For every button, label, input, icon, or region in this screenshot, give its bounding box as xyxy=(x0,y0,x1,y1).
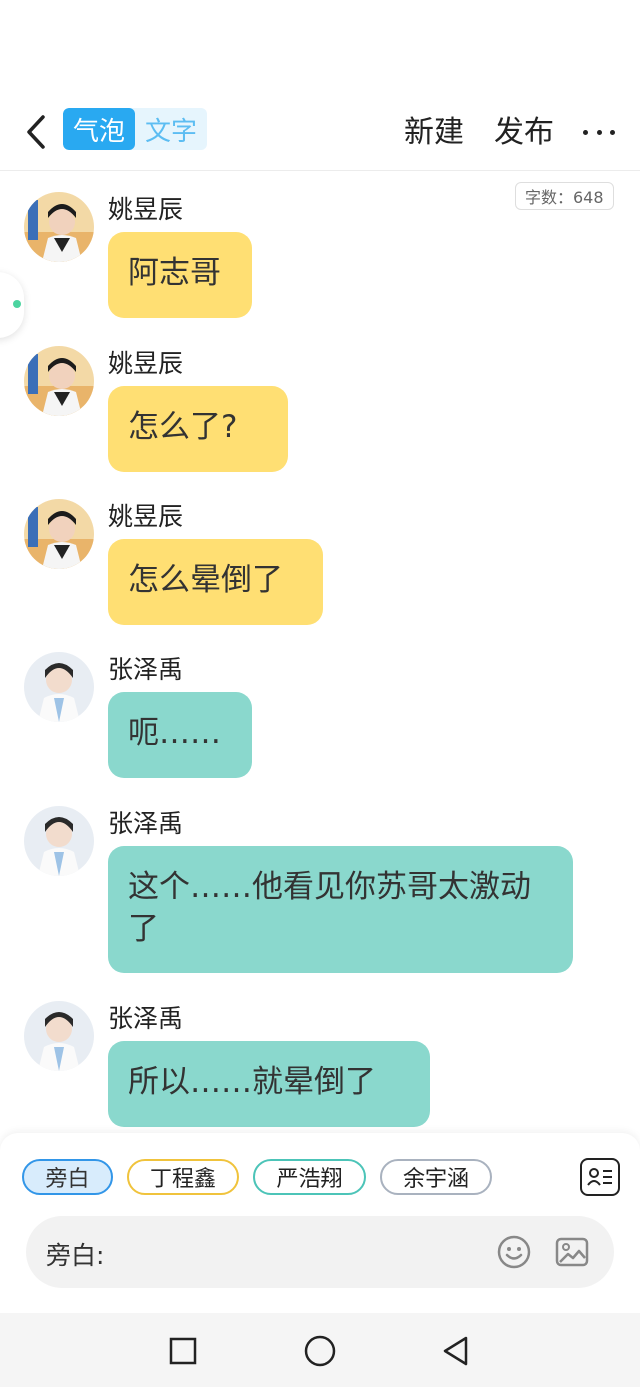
chat-bubble[interactable]: 怎么晕倒了 xyxy=(108,539,323,625)
sender-name: 姚昱辰 xyxy=(108,195,184,224)
role-chip[interactable]: 余宇涵 xyxy=(380,1159,492,1195)
more-horizontal-icon xyxy=(583,129,588,135)
chat-bubble[interactable]: 阿志哥 xyxy=(108,232,252,318)
sender-name: 张泽禹 xyxy=(108,655,184,684)
sender-name: 张泽禹 xyxy=(108,809,184,838)
message-input-box: 旁白: xyxy=(26,1216,614,1288)
top-bar: 气泡 文字 新建 发布 xyxy=(0,100,640,171)
chat-bubble[interactable]: 所以……就晕倒了 xyxy=(108,1041,430,1127)
smiley-icon xyxy=(497,1235,531,1269)
sender-name: 张泽禹 xyxy=(108,1004,184,1033)
tab-bubble[interactable]: 气泡 xyxy=(63,108,136,150)
chat-bubble[interactable]: 呃…… xyxy=(108,692,252,778)
back-button[interactable] xyxy=(16,112,56,152)
avatar[interactable] xyxy=(24,806,94,876)
system-back-button[interactable] xyxy=(436,1331,476,1371)
role-chip[interactable]: 严浩翔 xyxy=(253,1159,366,1195)
emoji-button[interactable] xyxy=(496,1234,532,1270)
message-input[interactable] xyxy=(118,1230,482,1276)
role-chip-narration[interactable]: 旁白 xyxy=(22,1159,113,1195)
new-button[interactable]: 新建 xyxy=(404,106,464,152)
role-chip[interactable]: 丁程鑫 xyxy=(127,1159,239,1195)
image-button[interactable] xyxy=(554,1234,590,1270)
sender-name: 姚昱辰 xyxy=(108,502,184,531)
more-options-button[interactable] xyxy=(583,122,615,142)
chevron-left-icon xyxy=(27,115,45,149)
triangle-back-icon xyxy=(443,1336,468,1366)
avatar[interactable] xyxy=(24,1001,94,1071)
avatar[interactable] xyxy=(24,346,94,416)
tab-text[interactable]: 文字 xyxy=(135,108,207,150)
recent-apps-button[interactable] xyxy=(163,1331,203,1371)
mode-toggle: 气泡 文字 xyxy=(63,108,208,150)
avatar[interactable] xyxy=(24,652,94,722)
role-list-button[interactable] xyxy=(580,1158,620,1196)
system-nav-bar xyxy=(0,1313,640,1387)
circle-icon xyxy=(304,1335,336,1367)
chat-bubble[interactable]: 怎么了? xyxy=(108,386,288,472)
publish-button[interactable]: 发布 xyxy=(494,106,554,152)
home-button[interactable] xyxy=(300,1331,340,1371)
compose-panel: 旁白 丁程鑫 严浩翔 余宇涵 旁白: xyxy=(0,1133,640,1313)
avatar[interactable] xyxy=(24,192,94,262)
contact-card-icon xyxy=(587,1168,612,1186)
avatar[interactable] xyxy=(24,499,94,569)
square-icon xyxy=(169,1337,197,1365)
word-count-badge: 字数：648 xyxy=(515,182,614,210)
input-role-label: 旁白: xyxy=(46,1241,105,1270)
image-icon xyxy=(555,1237,589,1267)
floating-edge-button[interactable] xyxy=(0,272,24,338)
chat-bubble[interactable]: 这个……他看见你苏哥太激动了 xyxy=(108,846,573,973)
sender-name: 姚昱辰 xyxy=(108,349,184,378)
